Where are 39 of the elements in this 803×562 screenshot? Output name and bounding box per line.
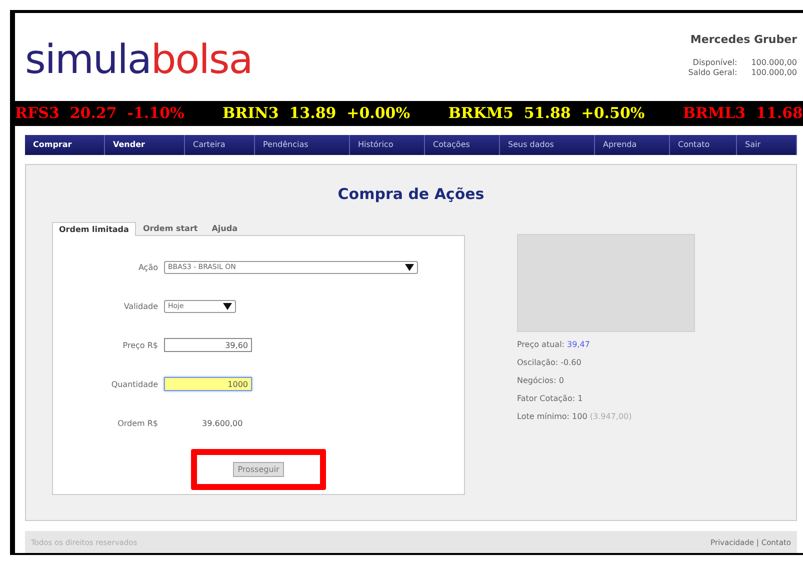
field-label: Preço R$	[122, 340, 158, 350]
balance-label: Disponível:	[692, 58, 738, 68]
quote-info: Oscilação: -0.60	[517, 358, 582, 367]
page-title: Compra de Ações	[336, 184, 486, 203]
field-label: Ordem R$	[116, 418, 158, 428]
stock-quote: BRML3 11.68	[682, 104, 803, 122]
nav-item[interactable]: Histórico	[350, 134, 425, 155]
tab[interactable]: Ordem start	[136, 220, 205, 235]
quote-info: Fator Cotação: 1	[517, 394, 584, 403]
stock-quote: BRIN3 13.89 +0.00%	[222, 104, 410, 122]
nav-item[interactable]: Aprenda	[595, 134, 670, 155]
field-label: Ação	[137, 262, 158, 272]
quote-info: Negócios: 0	[517, 376, 565, 385]
order-total: 39.600,00	[201, 418, 243, 428]
dropdown-arrow-icon	[405, 264, 414, 271]
tab[interactable]: Ajuda	[204, 220, 244, 235]
nav-item[interactable]: Vender	[105, 134, 185, 155]
nav-item[interactable]: Sair	[737, 134, 797, 155]
input-field[interactable]: 39,60	[164, 338, 252, 352]
field-label: Validade	[122, 302, 158, 311]
dropdown-arrow-icon	[223, 302, 232, 310]
user-name: Mercedes Gruber	[689, 33, 797, 46]
quote-info: Lote mínimo: 100 (3.947,00)	[517, 412, 633, 421]
field-label: Quantidade	[110, 380, 158, 389]
nav-item[interactable]: Cotações	[425, 134, 500, 155]
quote-info: Preço atual: 39,47	[517, 340, 591, 349]
nav-item[interactable]: Pendências	[255, 134, 350, 155]
nav-item[interactable]: Comprar	[25, 134, 105, 155]
stock-quote: RFS3 20.27 -1.10%	[15, 104, 184, 122]
input-field[interactable]: 1000	[164, 377, 252, 392]
balance-value: 100.000,00	[751, 58, 797, 68]
nav-item[interactable]: Contato	[670, 134, 737, 155]
logo: simulabolsa	[25, 37, 252, 83]
stock-quote: BRKM5 51.88 +0.50%	[448, 104, 645, 122]
tab[interactable]: Ordem limitada	[52, 222, 136, 236]
nav-item[interactable]: Carteira	[185, 134, 255, 155]
balance-label: Saldo Geral:	[688, 68, 738, 78]
nav-item[interactable]: Seus dados	[500, 134, 595, 155]
balance-value: 100.000,00	[751, 68, 797, 78]
